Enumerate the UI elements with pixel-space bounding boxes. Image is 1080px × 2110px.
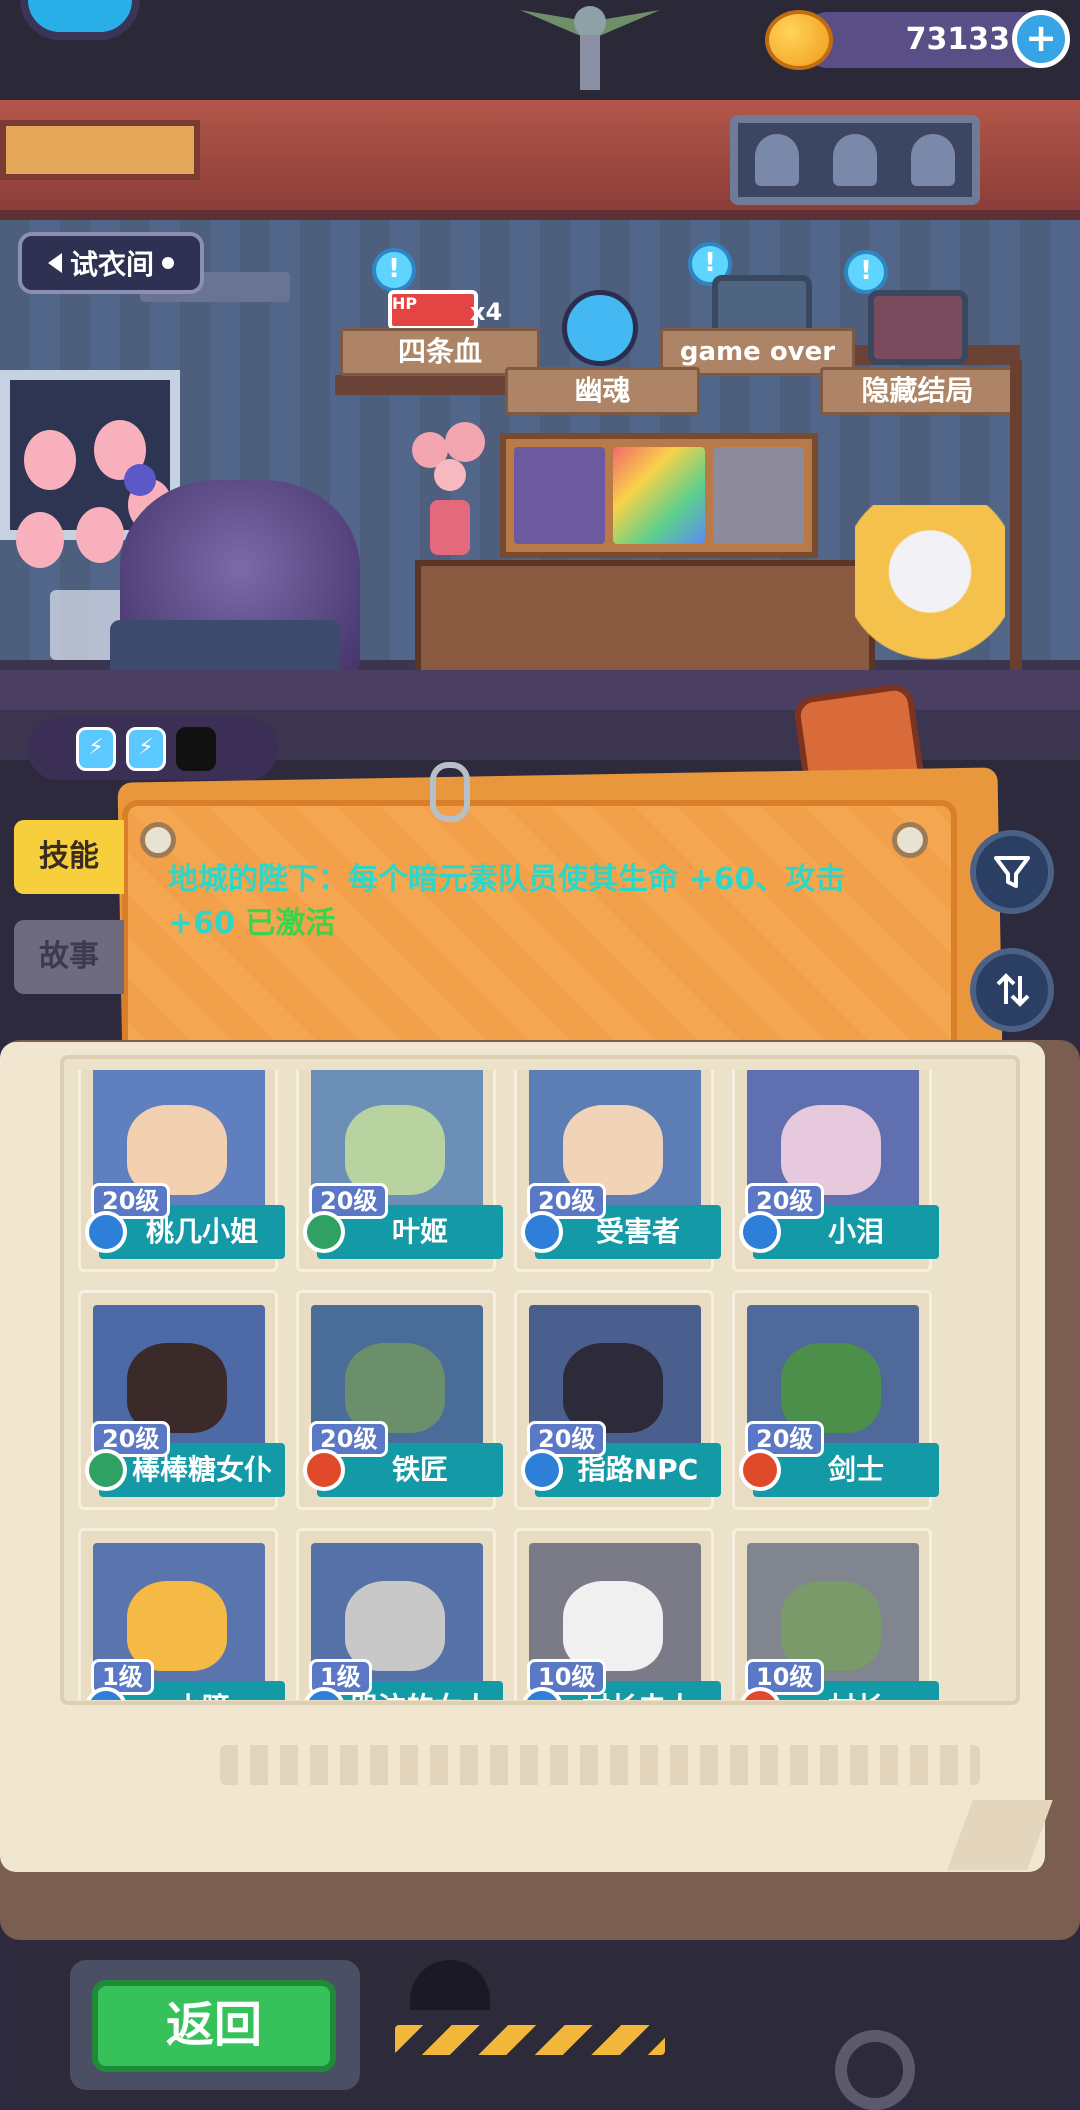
- character-card[interactable]: 剑士 20级: [732, 1290, 939, 1510]
- hp-icon[interactable]: HP: [388, 290, 478, 330]
- character-face: [563, 1343, 663, 1433]
- currency-amount: 73133: [905, 22, 1010, 57]
- achievement-hidden-ending[interactable]: 隐藏结局: [820, 367, 1015, 415]
- pin-icon: [892, 822, 928, 858]
- character-card[interactable]: 铁匠 20级: [296, 1290, 503, 1510]
- element-green-icon: [303, 1211, 345, 1253]
- character-face: [127, 1581, 227, 1671]
- character-card[interactable]: 哭泣的女人1级: [296, 1528, 503, 1700]
- tv-portrait-icon[interactable]: [868, 290, 968, 365]
- ghost-icon: [833, 134, 877, 186]
- portrait: [712, 447, 804, 544]
- blurred-text: [220, 1745, 980, 1785]
- character-card[interactable]: 村长夫人10级: [514, 1528, 721, 1700]
- add-currency-button[interactable]: +: [1012, 10, 1070, 68]
- character-face: [563, 1105, 663, 1195]
- character-grid: 桃几小姐 20级 叶姬 20级 受害者 20级 小泪 20级棒棒糖女仆 20级 铁匠 20级 指路NP…: [78, 1070, 998, 1700]
- flower-vase-icon: [412, 422, 485, 555]
- character-face: [781, 1581, 881, 1671]
- sort-button[interactable]: [970, 948, 1054, 1032]
- character-card[interactable]: 棒棒糖女仆 20级: [78, 1290, 285, 1510]
- hp-icon-text: HP: [392, 294, 418, 313]
- character-face: [563, 1581, 663, 1671]
- character-grid-viewport[interactable]: 桃几小姐 20级 叶姬 20级 受害者 20级 小泪 20级棒棒糖女仆 20级 铁匠 20级 指路NP…: [78, 1070, 998, 1700]
- element-blue-icon: [521, 1449, 563, 1491]
- achievement-ghost[interactable]: 幽魂: [505, 367, 700, 415]
- plus-icon: +: [1025, 16, 1057, 60]
- ghost-display-box: [730, 115, 980, 205]
- energy-icon: ⚡: [126, 727, 166, 771]
- sort-icon: [996, 973, 1030, 1007]
- portrait-frame: [500, 433, 818, 558]
- element-blue-icon: [739, 1211, 781, 1253]
- character-face: [127, 1105, 227, 1195]
- back-button[interactable]: 返回: [92, 1980, 336, 2072]
- coat-rack: [1010, 360, 1022, 700]
- ghost-icon: [911, 134, 955, 186]
- filter-icon: [994, 856, 1030, 888]
- energy-empty-icon: [176, 727, 216, 771]
- element-green-icon: [85, 1449, 127, 1491]
- character-card[interactable]: 桃几小姐 20级: [78, 1070, 285, 1272]
- shelf-plank: [335, 375, 515, 395]
- character-face: [127, 1343, 227, 1433]
- dot-icon: [162, 257, 174, 269]
- character-face: [781, 1343, 881, 1433]
- character-card[interactable]: 小泪 20级: [732, 1070, 939, 1272]
- portrait: [514, 447, 606, 544]
- character-face: [345, 1581, 445, 1671]
- paper-clip-icon: [430, 762, 470, 822]
- portrait: [613, 447, 705, 544]
- ceiling-fan-icon: [520, 6, 660, 90]
- element-blue-icon: [85, 1211, 127, 1253]
- desk: [0, 670, 1080, 710]
- energy-bar: ⚡ ⚡: [28, 718, 278, 780]
- character-face: [345, 1343, 445, 1433]
- energy-icon: ⚡: [76, 727, 116, 771]
- back-arrow-icon: [47, 253, 62, 273]
- fitting-room-label: 试衣间: [69, 248, 154, 281]
- character-card[interactable]: 指路NPC 20级: [514, 1290, 721, 1510]
- hp-multiplier: x4: [470, 298, 503, 326]
- tab-skill[interactable]: 技能: [14, 820, 124, 894]
- skill-description: 地城的陛下：每个暗元素队员使其生命 +60、攻击 +60 已激活: [168, 858, 888, 946]
- shelf-drawer: [0, 120, 200, 180]
- character-card[interactable]: 村长10级: [732, 1528, 939, 1700]
- hazard-stripe: [395, 2025, 665, 2055]
- exclamation-bubble-icon[interactable]: !: [372, 248, 416, 292]
- planet-coin-icon: [765, 10, 833, 70]
- ghost-skull-icon[interactable]: [562, 290, 638, 366]
- character-card[interactable]: 叶姬 20级: [296, 1070, 503, 1272]
- gear-icon: [835, 2030, 915, 2110]
- element-blue-icon: [521, 1211, 563, 1253]
- tab-story[interactable]: 故事: [14, 920, 124, 994]
- ghost-icon: [755, 134, 799, 186]
- character-face: [345, 1105, 445, 1195]
- exclamation-bubble-icon[interactable]: !: [844, 250, 888, 294]
- character-face: [781, 1105, 881, 1195]
- filter-button[interactable]: [970, 830, 1054, 914]
- skill-status: 已激活: [245, 906, 336, 941]
- pin-icon: [140, 822, 176, 858]
- fitting-room-button[interactable]: 试衣间: [18, 232, 204, 294]
- element-red-icon: [739, 1449, 781, 1491]
- character-card[interactable]: 小瞳1级: [78, 1528, 285, 1700]
- element-red-icon: [303, 1449, 345, 1491]
- character-card[interactable]: 受害者 20级: [514, 1070, 721, 1272]
- skeleton-girl-character: [855, 505, 1005, 695]
